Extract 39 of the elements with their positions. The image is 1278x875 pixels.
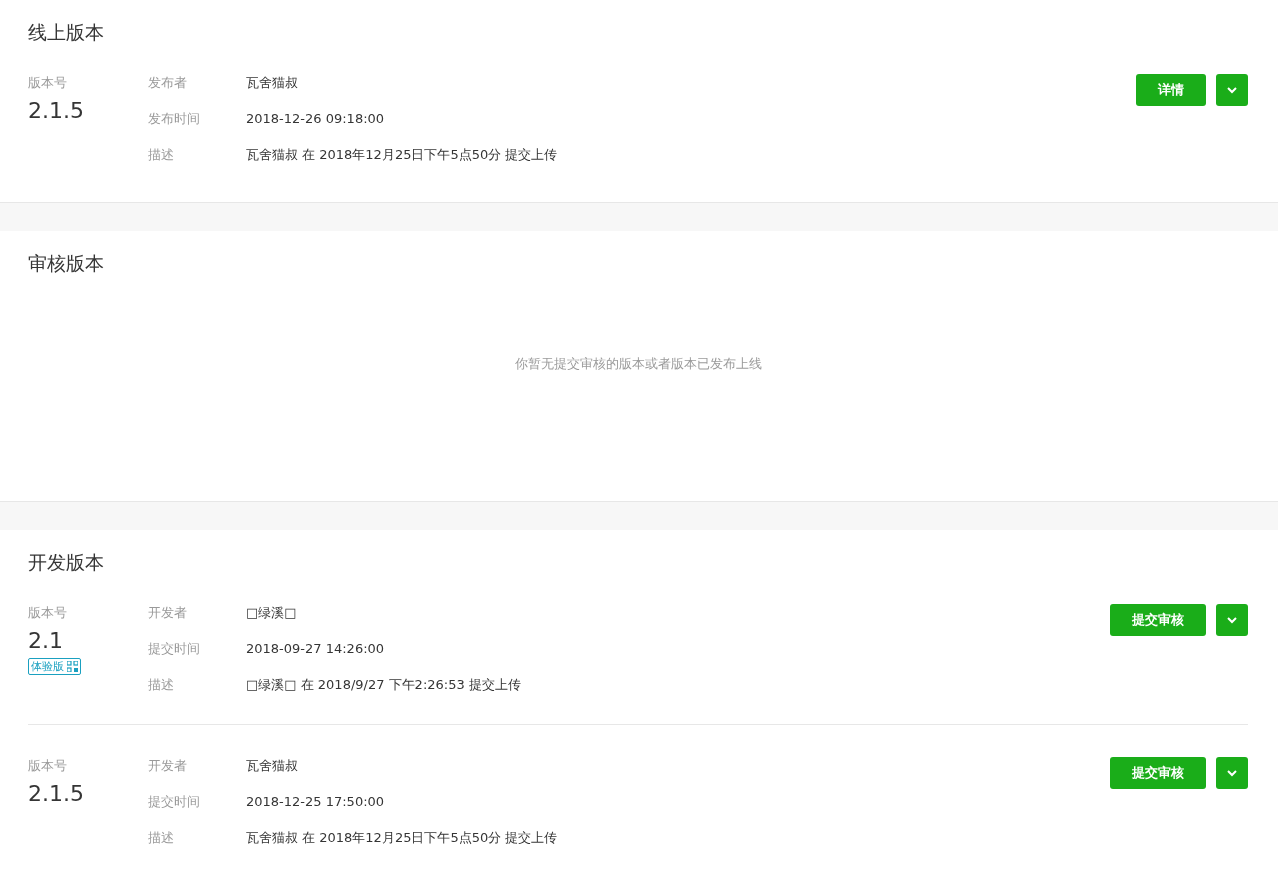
field-label: 提交时间	[148, 793, 201, 811]
section-title: 开发版本	[28, 550, 105, 575]
chevron-down-icon	[1227, 769, 1237, 777]
field-label: 提交时间	[148, 640, 201, 658]
field-value: 瓦舍猫叔	[246, 757, 298, 775]
field-label: 开发者	[148, 757, 188, 775]
action-button[interactable]: 详情	[1136, 74, 1206, 106]
field-label: 描述	[148, 676, 175, 694]
action-button[interactable]: 提交审核	[1110, 757, 1206, 789]
field-label: 发布时间	[148, 110, 201, 128]
field-value: 瓦舍猫叔 在 2018年12月25日下午5点50分 提交上传	[246, 829, 558, 847]
field-value: □绿溪□ 在 2018/9/27 下午2:26:53 提交上传	[246, 676, 521, 694]
version-number: 2.1.5	[28, 781, 84, 807]
field-value: 2018-12-25 17:50:00	[246, 793, 385, 811]
qr-code-icon	[67, 661, 78, 672]
field-label: 发布者	[148, 74, 188, 92]
version-number: 2.1	[28, 628, 63, 654]
field-value: 瓦舍猫叔 在 2018年12月25日下午5点50分 提交上传	[246, 146, 558, 164]
dropdown-button[interactable]	[1216, 757, 1248, 789]
dropdown-button[interactable]	[1216, 74, 1248, 106]
version-number: 2.1.5	[28, 98, 84, 124]
field-label: 描述	[148, 829, 175, 847]
empty-message: 你暂无提交审核的版本或者版本已发布上线	[514, 355, 762, 373]
trial-tag[interactable]: 体验版	[28, 658, 81, 675]
version-label: 版本号	[28, 757, 67, 775]
action-button[interactable]: 提交审核	[1110, 604, 1206, 636]
section-title: 审核版本	[28, 251, 105, 276]
section-title: 线上版本	[28, 20, 105, 45]
field-label: 描述	[148, 146, 175, 164]
chevron-down-icon	[1227, 86, 1237, 94]
version-label: 版本号	[28, 74, 67, 92]
chevron-down-icon	[1227, 616, 1237, 624]
field-value: 2018-09-27 14:26:00	[246, 640, 385, 658]
field-label: 开发者	[148, 604, 188, 622]
dropdown-button[interactable]	[1216, 604, 1248, 636]
field-value: 2018-12-26 09:18:00	[246, 110, 385, 128]
field-value: 瓦舍猫叔	[246, 74, 298, 92]
version-label: 版本号	[28, 604, 67, 622]
field-value: □绿溪□	[246, 604, 297, 622]
